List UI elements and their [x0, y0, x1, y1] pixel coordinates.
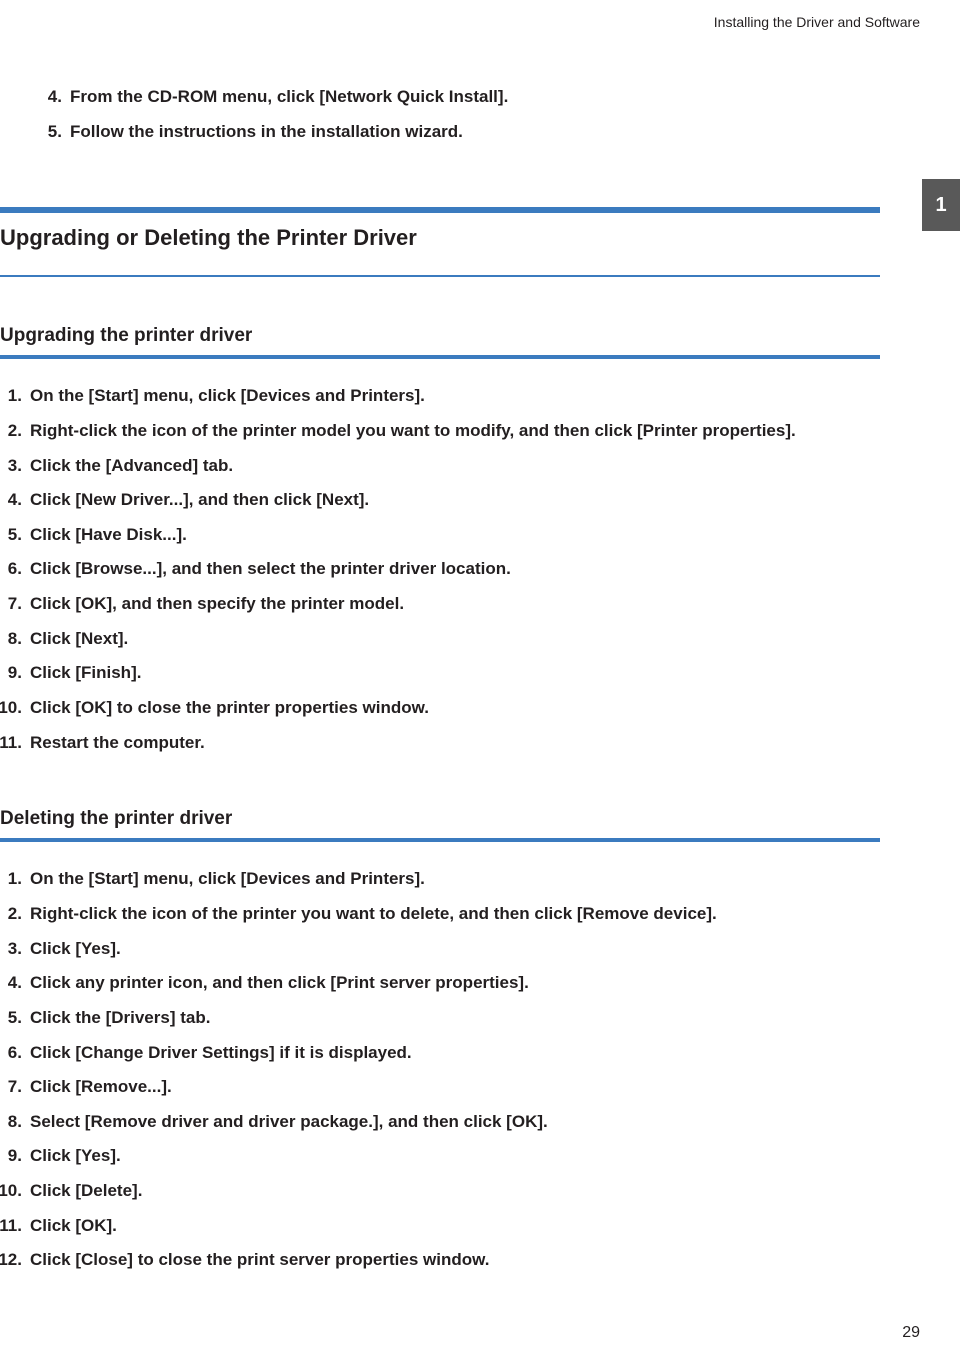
step-item: Right-click the icon of the printer you …	[0, 897, 880, 932]
subsection-rule	[0, 355, 880, 359]
step-item: Click [OK], and then specify the printer…	[0, 587, 880, 622]
step-item: On the [Start] menu, click [Devices and …	[0, 379, 880, 414]
steps-block: On the [Start] menu, click [Devices and …	[0, 862, 880, 1278]
subsection: Upgrading the printer driver On the [Star…	[0, 325, 880, 760]
section-heading-block: Upgrading or Deleting the Printer Driver	[0, 207, 880, 277]
step-item: Click [Browse...], and then select the p…	[0, 552, 880, 587]
step-item: Click [Have Disk...].	[0, 518, 880, 553]
page-number: 29	[902, 1324, 920, 1342]
step-item: Follow the instructions in the installat…	[40, 115, 880, 150]
subsection-rule	[0, 838, 880, 842]
running-head: Installing the Driver and Software	[0, 14, 960, 30]
step-item: Click [OK] to close the printer properti…	[0, 691, 880, 726]
step-item: Click [Yes].	[0, 1139, 880, 1174]
step-item: Select [Remove driver and driver package…	[0, 1105, 880, 1140]
steps-list: On the [Start] menu, click [Devices and …	[0, 862, 880, 1278]
step-item: Click any printer icon, and then click […	[0, 966, 880, 1001]
step-item: Click [Remove...].	[0, 1070, 880, 1105]
page: Installing the Driver and Software 1 Fro…	[0, 0, 960, 1360]
step-item: Restart the computer.	[0, 726, 880, 761]
subsection-title: Deleting the printer driver	[0, 808, 880, 838]
step-item: Click [Delete].	[0, 1174, 880, 1209]
steps-block: On the [Start] menu, click [Devices and …	[0, 379, 880, 760]
step-item: Click [Finish].	[0, 656, 880, 691]
step-item: Click [Yes].	[0, 932, 880, 967]
step-item: Right-click the icon of the printer mode…	[0, 414, 880, 449]
subsection: Deleting the printer driver On the [Start…	[0, 808, 880, 1278]
step-item: Click the [Drivers] tab.	[0, 1001, 880, 1036]
subsections-container: Upgrading the printer driverOn the [Star…	[40, 325, 880, 1278]
section-title: Upgrading or Deleting the Printer Driver	[0, 213, 880, 261]
step-item: Click [New Driver...], and then click [N…	[0, 483, 880, 518]
step-item: Click [Change Driver Settings] if it is …	[0, 1036, 880, 1071]
content-area: From the CD-ROM menu, click [Network Qui…	[0, 30, 960, 1278]
section-rule-bottom	[0, 275, 880, 277]
subsection-title: Upgrading the printer driver	[0, 325, 880, 355]
step-item: Click [Close] to close the print server …	[0, 1243, 880, 1278]
chapter-tab: 1	[922, 179, 960, 231]
step-item: From the CD-ROM menu, click [Network Qui…	[40, 80, 880, 115]
intro-steps-list: From the CD-ROM menu, click [Network Qui…	[40, 80, 880, 149]
step-item: Click [Next].	[0, 622, 880, 657]
step-item: On the [Start] menu, click [Devices and …	[0, 862, 880, 897]
steps-list: On the [Start] menu, click [Devices and …	[0, 379, 880, 760]
step-item: Click [OK].	[0, 1209, 880, 1244]
step-item: Click the [Advanced] tab.	[0, 449, 880, 484]
